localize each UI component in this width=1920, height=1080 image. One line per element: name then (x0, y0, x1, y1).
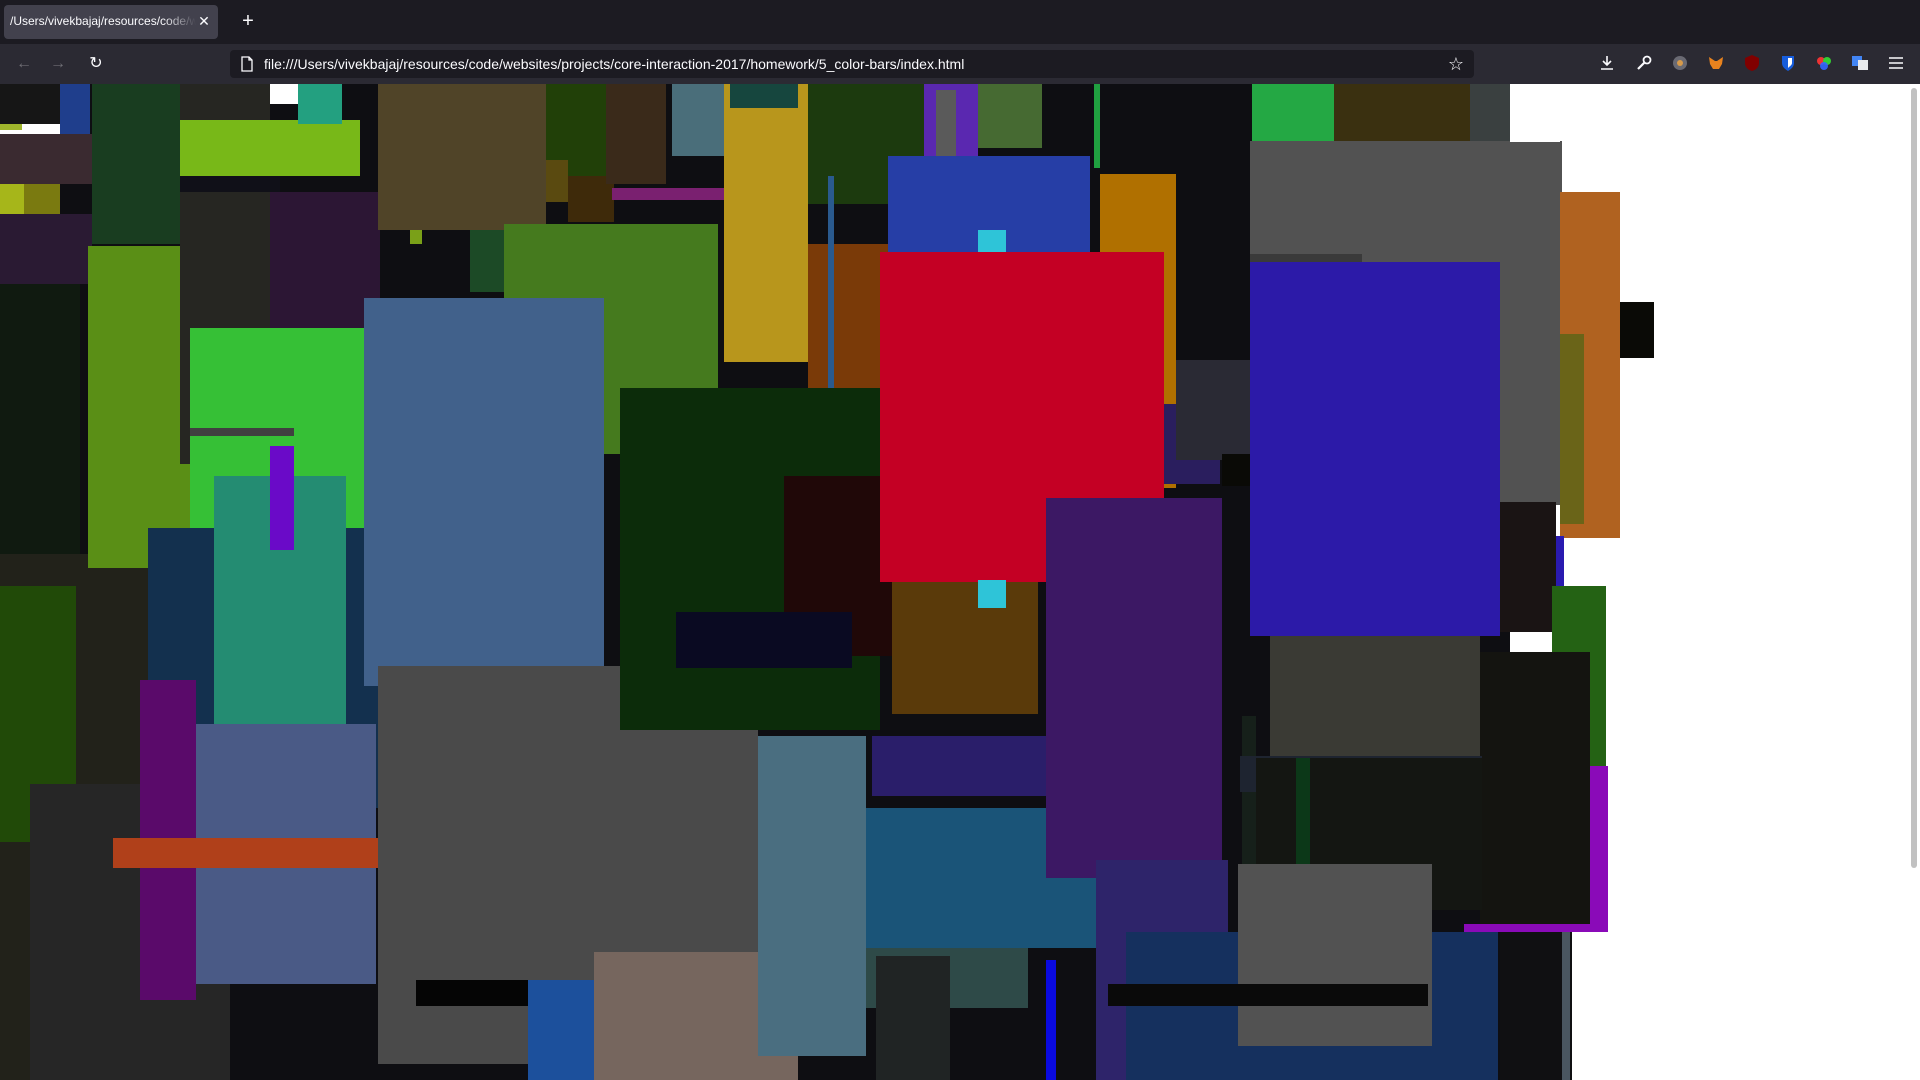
page-white-area (1654, 84, 1906, 1080)
extension-icon-1[interactable] (1670, 54, 1690, 74)
color-bar (1238, 864, 1432, 1046)
color-bar (270, 84, 298, 104)
vertical-scrollbar[interactable] (1906, 84, 1920, 1080)
color-bar (298, 84, 342, 124)
color-bar (828, 176, 834, 394)
page-white-area (1510, 84, 1560, 142)
new-tab-button[interactable]: + (236, 10, 260, 34)
color-bar (0, 134, 92, 184)
navigation-toolbar: ← → ↻ file:///Users/vivekbajaj/resources… (0, 44, 1920, 84)
color-bar (470, 230, 504, 292)
color-bar (1046, 498, 1222, 878)
color-bar (88, 246, 190, 568)
color-picker-icon[interactable] (1814, 54, 1834, 74)
color-bar (1556, 536, 1564, 588)
color-bar (0, 184, 24, 214)
color-bar (546, 160, 568, 202)
web-page-viewport (0, 84, 1920, 1080)
color-bar (113, 838, 400, 868)
color-bar (724, 84, 808, 362)
color-bar (730, 84, 798, 108)
page-white-area (1620, 84, 1654, 192)
color-bar (180, 176, 280, 192)
color-bar (978, 580, 1006, 608)
color-bar (416, 980, 528, 1006)
color-bar (872, 736, 1062, 796)
color-bar (936, 90, 956, 160)
scrollbar-thumb[interactable] (1911, 88, 1917, 868)
color-bar (0, 124, 22, 130)
color-bar (378, 84, 546, 230)
color-bar (270, 446, 294, 550)
close-tab-icon[interactable]: ✕ (196, 13, 212, 29)
url-bar[interactable]: file:///Users/vivekbajaj/resources/code/… (230, 50, 1474, 78)
color-bar (1334, 84, 1470, 142)
color-bar (672, 84, 724, 156)
page-white-area (1608, 768, 1654, 924)
url-text[interactable]: file:///Users/vivekbajaj/resources/code/… (264, 56, 964, 72)
color-bar (1108, 984, 1428, 1006)
color-bar (1560, 334, 1584, 524)
color-bar (180, 120, 360, 176)
translate-icon[interactable] (1850, 54, 1870, 74)
color-bar (190, 428, 294, 436)
color-bar (758, 736, 866, 1056)
color-bar (0, 84, 62, 124)
color-bar (0, 284, 80, 554)
color-bar (92, 84, 180, 244)
color-bar (24, 184, 60, 214)
color-bar (1480, 652, 1590, 928)
color-bar (978, 84, 1042, 148)
color-bar (410, 230, 422, 244)
color-bar (1252, 84, 1334, 142)
color-bar (876, 956, 950, 1080)
page-icon (241, 56, 253, 72)
color-bar (1470, 84, 1510, 142)
color-bar (1176, 360, 1252, 460)
metamask-fox-icon[interactable] (1706, 54, 1726, 74)
color-bar (1094, 84, 1100, 168)
reload-button[interactable]: ↻ (84, 52, 108, 76)
color-bar (1270, 636, 1480, 758)
color-bar (1620, 302, 1654, 358)
page-white-area (1608, 538, 1654, 586)
color-bar (1590, 766, 1608, 932)
back-button[interactable]: ← (12, 52, 36, 76)
color-bar (0, 214, 92, 284)
tab-title: /Users/vivekbajaj/resources/code/website… (10, 14, 196, 28)
color-bar (528, 980, 594, 1080)
color-bar (1562, 932, 1570, 1080)
color-bar (364, 298, 604, 686)
color-bar (1046, 960, 1056, 1080)
ublock-origin-icon[interactable] (1742, 54, 1762, 74)
download-icon[interactable] (1597, 54, 1617, 74)
wrench-icon[interactable] (1634, 54, 1654, 74)
bookmark-star-icon[interactable]: ☆ (1446, 54, 1466, 74)
color-bar (1464, 924, 1608, 932)
tab-strip: /Users/vivekbajaj/resources/code/website… (0, 0, 1920, 44)
page-white-area (1572, 932, 1654, 1080)
bitwarden-shield-icon[interactable] (1778, 54, 1798, 74)
color-bar (676, 612, 852, 668)
forward-button[interactable]: → (46, 52, 70, 76)
browser-tab[interactable]: /Users/vivekbajaj/resources/code/website… (4, 5, 218, 39)
color-bar (1500, 502, 1556, 632)
color-bar (1250, 262, 1500, 636)
color-bar (978, 230, 1006, 252)
color-bar (1222, 454, 1252, 486)
hamburger-menu-icon[interactable] (1886, 54, 1906, 74)
color-bar (606, 84, 666, 184)
